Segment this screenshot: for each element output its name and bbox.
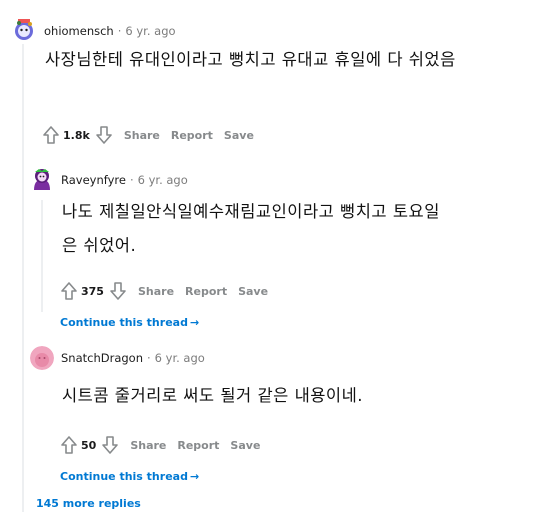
- author-name[interactable]: SnatchDragon: [61, 351, 143, 365]
- comment-age[interactable]: 6 yr. ago: [155, 351, 205, 365]
- comment-actions: 1.8k Share Report Save: [42, 124, 254, 146]
- author-name[interactable]: Raveynfyre: [61, 173, 126, 187]
- avatar[interactable]: [10, 14, 38, 42]
- vote-score: 50: [81, 438, 97, 452]
- comment-header: ohiomensch · 6 yr. ago: [44, 20, 176, 42]
- arrow-up-icon[interactable]: [42, 125, 60, 145]
- arrow-up-icon[interactable]: [60, 435, 78, 455]
- comment-header: SnatchDragon · 6 yr. ago: [61, 347, 205, 369]
- report-button[interactable]: Report: [171, 129, 213, 142]
- continue-thread-label: Continue this thread: [60, 470, 188, 483]
- comment-body: 시트콤 줄거리로 써도 될거 같은 내용이네.: [62, 386, 364, 405]
- avatar[interactable]: [30, 166, 54, 192]
- continue-thread-link[interactable]: Continue this thread →: [60, 470, 199, 483]
- continue-thread-link[interactable]: Continue this thread →: [60, 316, 199, 329]
- vote-score: 1.8k: [63, 128, 90, 142]
- comment-age[interactable]: 6 yr. ago: [125, 24, 175, 38]
- author-name[interactable]: ohiomensch: [44, 24, 114, 38]
- arrow-up-icon[interactable]: [60, 281, 78, 301]
- save-button[interactable]: Save: [230, 439, 260, 452]
- more-replies-link[interactable]: 145 more replies: [36, 497, 141, 510]
- comment-age[interactable]: 6 yr. ago: [138, 173, 188, 187]
- comment-actions: 375 Share Report Save: [60, 280, 268, 302]
- thread-line-reply[interactable]: [41, 200, 43, 312]
- save-button[interactable]: Save: [238, 285, 268, 298]
- continue-thread-label: Continue this thread: [60, 316, 188, 329]
- arrow-right-icon: →: [189, 316, 200, 329]
- share-button[interactable]: Share: [130, 439, 166, 452]
- report-button[interactable]: Report: [177, 439, 219, 452]
- comment-actions: 50 Share Report Save: [60, 434, 260, 456]
- arrow-down-icon[interactable]: [109, 281, 127, 301]
- share-button[interactable]: Share: [138, 285, 174, 298]
- comment-body-line-1: 나도 제칠일안식일예수재림교인이라고 뻥치고 토요일: [62, 202, 440, 221]
- report-button[interactable]: Report: [185, 285, 227, 298]
- avatar[interactable]: [30, 346, 54, 370]
- arrow-right-icon: →: [189, 470, 200, 483]
- comment-body: 사장님한테 유대인이라고 뻥치고 유대교 휴일에 다 쉬었음: [45, 50, 456, 69]
- comment-header: Raveynfyre · 6 yr. ago: [61, 169, 188, 191]
- comment-body-line-2: 은 쉬었어.: [62, 236, 137, 255]
- separator-dot: ·: [147, 351, 151, 365]
- share-button[interactable]: Share: [124, 129, 160, 142]
- separator-dot: ·: [129, 173, 134, 187]
- vote-score: 375: [81, 284, 104, 298]
- arrow-down-icon[interactable]: [95, 125, 113, 145]
- arrow-down-icon[interactable]: [101, 435, 119, 455]
- save-button[interactable]: Save: [224, 129, 254, 142]
- thread-line-root[interactable]: [22, 44, 24, 512]
- separator-dot: ·: [117, 24, 122, 38]
